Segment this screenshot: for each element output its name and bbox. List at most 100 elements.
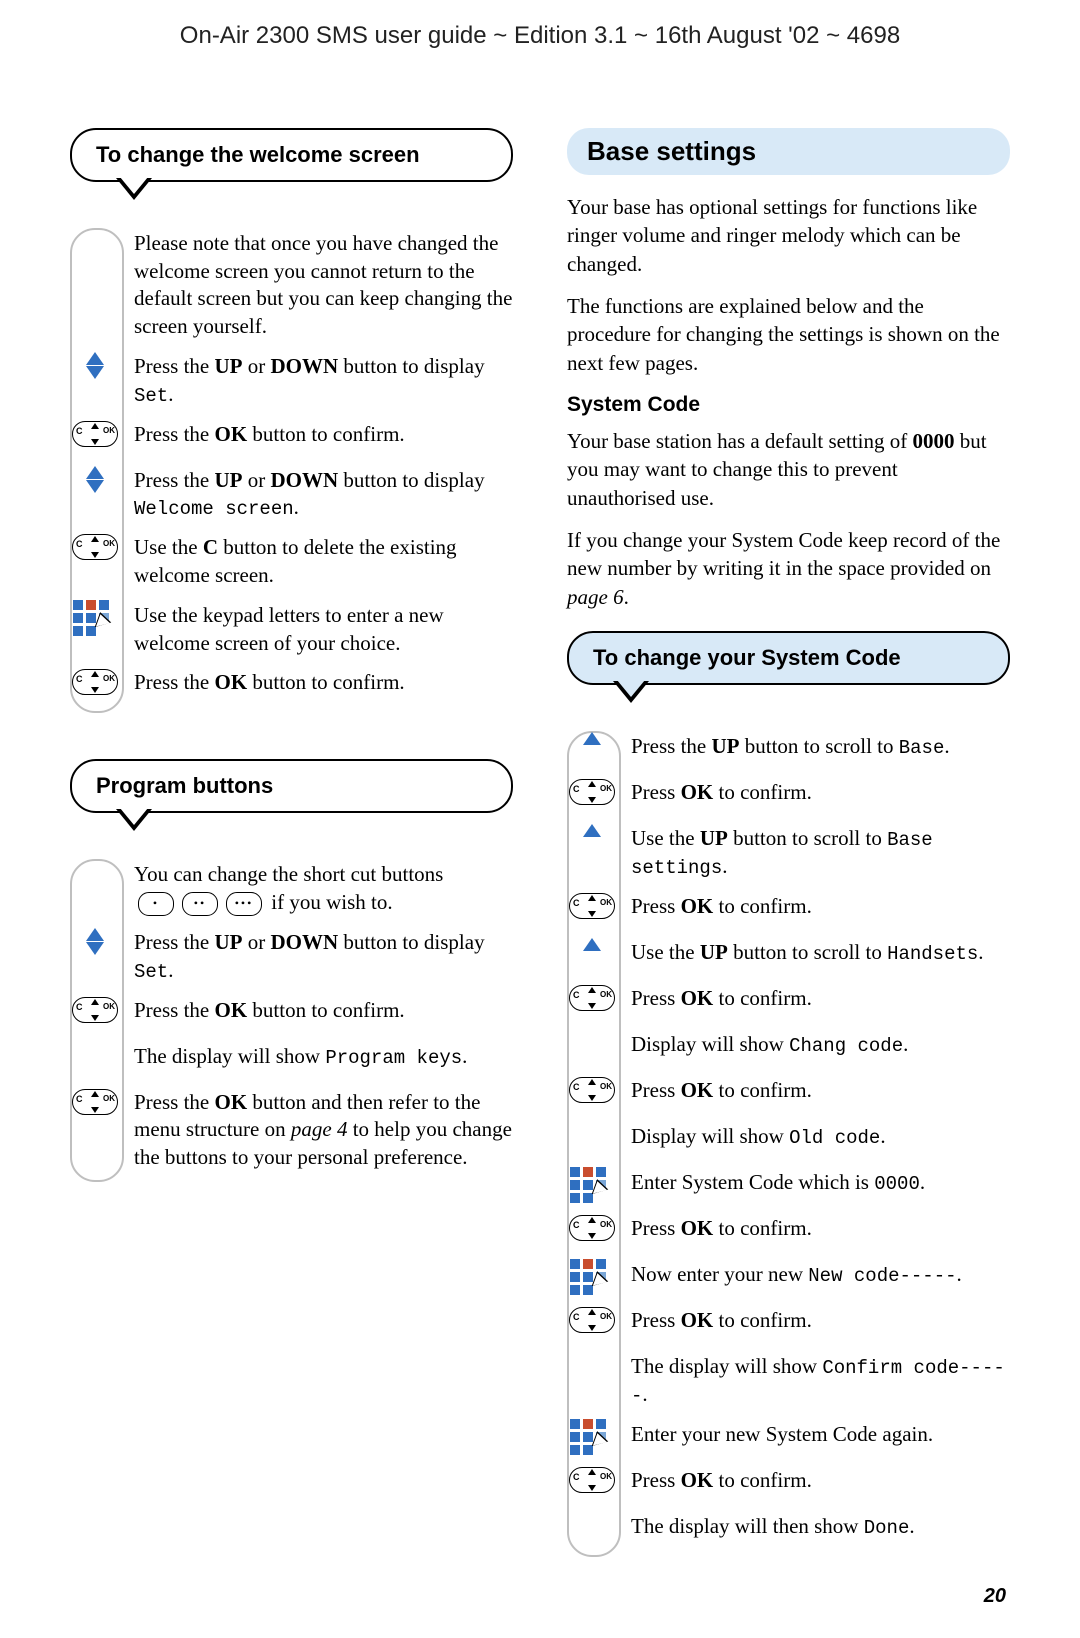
t: OK xyxy=(215,422,248,446)
step-text: Press OK to confirm. xyxy=(631,1467,1010,1495)
t: Program keys xyxy=(325,1047,462,1069)
up-down-icon xyxy=(70,351,120,385)
program-header: Program buttons xyxy=(70,759,513,813)
callout-tail-icon xyxy=(116,178,152,200)
t: Press xyxy=(631,1468,681,1492)
t: The display will show xyxy=(631,1354,822,1378)
t: Press xyxy=(631,1078,681,1102)
t: or xyxy=(243,468,271,492)
step-text: Enter System Code which is 0000. xyxy=(631,1169,1010,1197)
step-row: COK Press the OK button to confirm. xyxy=(134,419,513,465)
step-text: Use the keypad letters to enter a new we… xyxy=(134,602,513,657)
t: . xyxy=(880,1124,885,1148)
program-title: Program buttons xyxy=(96,773,273,798)
step-text: Press OK to confirm. xyxy=(631,893,1010,921)
t: . xyxy=(944,734,949,758)
up-down-icon xyxy=(70,465,120,499)
step-text: Press the UP or DOWN button to display W… xyxy=(134,467,513,523)
t: . xyxy=(978,940,983,964)
t: OK xyxy=(215,670,248,694)
step-text: Press the UP or DOWN button to display S… xyxy=(134,929,513,985)
step-row: Press the UP or DOWN button to display S… xyxy=(134,351,513,419)
shortcut-buttons-icon: •••••• xyxy=(138,892,262,916)
t: You can change the short cut buttons xyxy=(134,862,443,886)
t: or xyxy=(243,930,271,954)
step-row: The display will then show Done. xyxy=(631,1511,1010,1557)
t: UP xyxy=(700,826,728,850)
t: Press xyxy=(631,1308,681,1332)
t: Now enter your new xyxy=(631,1262,808,1286)
step-text: You can change the short cut buttons •••… xyxy=(134,861,513,916)
step-text: Press the UP or DOWN button to display S… xyxy=(134,353,513,409)
t: Chang code xyxy=(789,1035,903,1057)
t: . xyxy=(722,854,727,878)
step-row: Enter System Code which is 0000. xyxy=(631,1167,1010,1213)
t: The display will then show xyxy=(631,1514,864,1538)
t: to confirm. xyxy=(713,1308,812,1332)
t: DOWN xyxy=(271,468,339,492)
t: UP xyxy=(712,734,740,758)
t: DOWN xyxy=(271,930,339,954)
step-text: Press the UP button to scroll to Base. xyxy=(631,733,1010,761)
t: UP xyxy=(700,940,728,964)
t: Press xyxy=(631,780,681,804)
up-down-icon xyxy=(70,927,120,961)
t: C xyxy=(203,535,218,559)
t: Press the xyxy=(134,1090,215,1114)
step-row: COK Use the C button to delete the exist… xyxy=(134,532,513,599)
t: to confirm. xyxy=(713,894,812,918)
t: OK xyxy=(681,1078,714,1102)
step-row: COK Press OK to confirm. xyxy=(631,1213,1010,1259)
body-text: If you change your System Code keep reco… xyxy=(567,526,1010,611)
step-row: Now enter your new New code-----. xyxy=(631,1259,1010,1305)
ok-button-icon: COK xyxy=(70,532,120,562)
t: OK xyxy=(681,894,714,918)
ok-button-icon: COK xyxy=(567,1465,617,1495)
callout-tail-icon xyxy=(613,681,649,703)
ok-button-icon: COK xyxy=(567,777,617,807)
page-header: On-Air 2300 SMS user guide ~ Edition 3.1… xyxy=(70,22,1010,50)
program-steps: You can change the short cut buttons •••… xyxy=(70,859,513,1181)
t: button to confirm. xyxy=(247,998,404,1022)
body-text: Your base has optional settings for func… xyxy=(567,193,1010,278)
ok-button-icon: COK xyxy=(567,1075,617,1105)
t: 0000 xyxy=(912,429,954,453)
step-row: The display will show Program keys. xyxy=(134,1041,513,1087)
step-text: Press OK to confirm. xyxy=(631,1077,1010,1105)
t: or xyxy=(243,354,271,378)
t: OK xyxy=(681,986,714,1010)
t: . xyxy=(909,1514,914,1538)
t: Press xyxy=(631,1216,681,1240)
step-text: Now enter your new New code-----. xyxy=(631,1261,1010,1289)
t: . xyxy=(624,585,629,609)
step-row: Press the UP or DOWN button to display S… xyxy=(134,927,513,995)
t: button to confirm. xyxy=(247,422,404,446)
right-column: Base settings Your base has optional set… xyxy=(567,128,1010,1557)
keypad-icon xyxy=(567,1259,617,1293)
step-row: Display will show Old code. xyxy=(631,1121,1010,1167)
t: button to scroll to xyxy=(728,940,887,964)
step-text: Press OK to confirm. xyxy=(631,985,1010,1013)
t: Press the xyxy=(134,930,215,954)
step-text: Press the OK button to confirm. xyxy=(134,997,513,1025)
t: . xyxy=(168,958,173,982)
t: OK xyxy=(215,998,248,1022)
t: Press the xyxy=(134,670,215,694)
page-ref: page 6 xyxy=(567,585,624,609)
t: Done xyxy=(864,1517,910,1539)
t: Press xyxy=(631,894,681,918)
step-text: Press OK to confirm. xyxy=(631,779,1010,807)
step-text: Enter your new System Code again. xyxy=(631,1421,1010,1449)
t: 0000 xyxy=(874,1173,920,1195)
step-row: COK Press the OK button and then refer t… xyxy=(134,1087,513,1182)
welcome-steps: Please note that once you have changed t… xyxy=(70,228,513,713)
step-text: The display will show Confirm code-----. xyxy=(631,1353,1010,1409)
t: Enter System Code which is xyxy=(631,1170,874,1194)
step-row: Display will show Chang code. xyxy=(631,1029,1010,1075)
t: . xyxy=(642,1382,647,1406)
welcome-note: Please note that once you have changed t… xyxy=(134,228,513,351)
step-row: Press the UP or DOWN button to display W… xyxy=(134,465,513,533)
step-text: The display will then show Done. xyxy=(631,1513,1010,1541)
keypad-icon xyxy=(70,600,120,634)
note-text: Please note that once you have changed t… xyxy=(134,230,513,341)
